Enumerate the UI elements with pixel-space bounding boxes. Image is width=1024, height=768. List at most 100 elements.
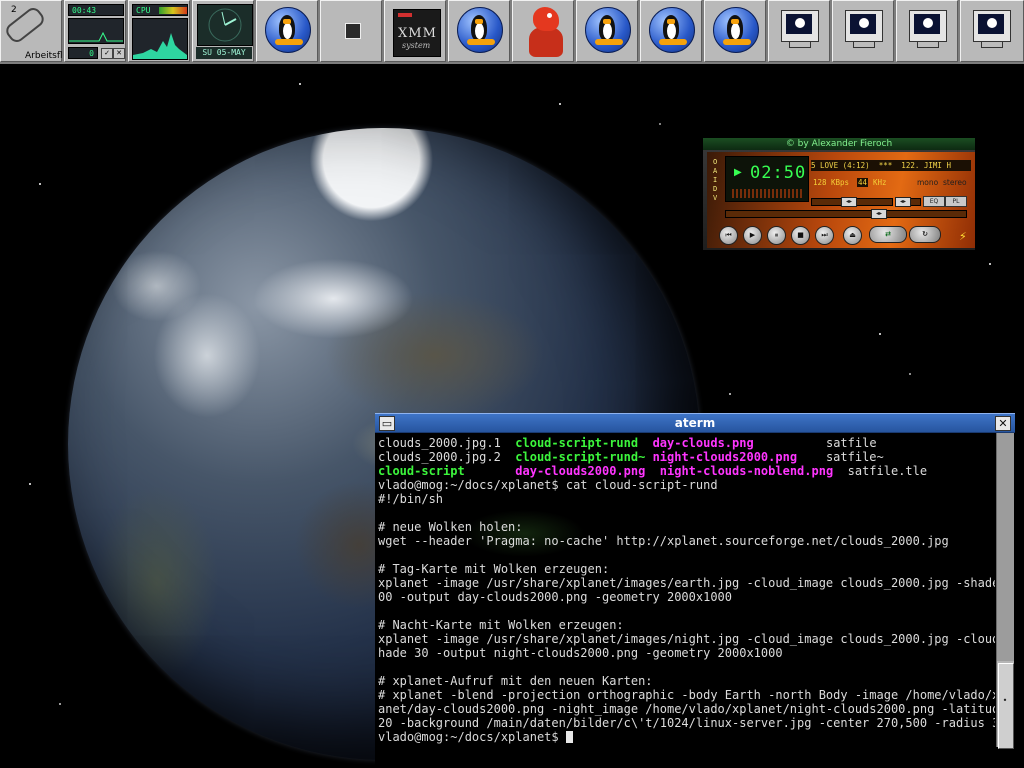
seek-bar[interactable] (725, 210, 967, 218)
cpu-monitor-dockapp[interactable]: CPU (128, 0, 190, 62)
terminal-segment: 00 -output day-clouds2000.png -geometry … (378, 590, 733, 604)
net-value-display: 0 (68, 47, 98, 59)
terminal-segment: day-clouds.png (652, 436, 754, 450)
next-button[interactable]: ⏭ (815, 226, 834, 245)
terminal-line: # xplanet-Aufruf mit den neuen Karten: (378, 674, 653, 688)
clock-date: SU 05-MAY (196, 47, 252, 59)
terminal-line: cloud-script day-clouds2000.png night-cl… (378, 464, 927, 478)
monitor-icon (909, 10, 947, 48)
terminal-line: # Tag-Karte mit Wolken erzeugen: (378, 562, 609, 576)
launcher-small-terminal[interactable] (320, 0, 382, 62)
launcher-penguin-2[interactable] (448, 0, 510, 62)
analog-clock (197, 4, 253, 46)
launcher-monitor-4[interactable] (960, 0, 1024, 62)
terminal-line: wget --header 'Pragma: no-cache' http://… (378, 534, 949, 548)
media-player-window[interactable]: © by Alexander Fieroch O A I D V ▶ 02:50… (702, 137, 976, 251)
workspace-switcher[interactable]: 2 Arbeitsfl (0, 0, 63, 62)
launcher-monitor-3[interactable] (896, 0, 958, 62)
penguin-icon (713, 7, 759, 55)
terminal-line: 00 -output day-clouds2000.png -geometry … (378, 590, 732, 604)
terminal-line: # Nacht-Karte mit Wolken erzeugen: (378, 618, 624, 632)
terminal-segment: cloud-script-rund~ (515, 450, 653, 464)
close-button[interactable]: ✕ (995, 416, 1011, 431)
side-letter[interactable]: V (713, 194, 721, 203)
terminal-scrollbar[interactable]: • (996, 433, 1014, 749)
terminal-segment: # xplanet -blend -projection orthographi… (378, 688, 995, 702)
cpu-graph (132, 18, 188, 60)
paperclip-icon (3, 4, 47, 46)
check-button[interactable]: ✓ (101, 48, 113, 59)
side-letter[interactable]: I (713, 176, 721, 185)
terminal-segment: # neue Wolken holen: (378, 520, 523, 534)
net-monitor-display: 00:43 (68, 4, 124, 16)
launcher-penguin-1[interactable] (256, 0, 318, 62)
player-time-display[interactable]: ▶ 02:50 (725, 156, 809, 202)
lightning-icon: ⚡ (959, 230, 967, 243)
player-titlebar[interactable]: © by Alexander Fieroch (703, 138, 975, 150)
terminal-line: clouds_2000.jpg.2 cloud-script-rund~ nig… (378, 450, 884, 464)
samplerate-value: 44 (857, 178, 869, 187)
launcher-monitor-2[interactable] (832, 0, 894, 62)
prev-button[interactable]: ⏮ (719, 226, 738, 245)
play-button[interactable]: ▶ (743, 226, 762, 245)
penguin-icon (457, 7, 503, 55)
eject-button[interactable]: ⏏ (843, 226, 862, 245)
penguin-icon (265, 7, 311, 55)
terminal-segment: satfile~ (797, 450, 884, 464)
clock-hands-icon (208, 8, 242, 42)
launcher-penguin-3[interactable] (576, 0, 638, 62)
balance-knob[interactable]: ◂▸ (895, 197, 911, 207)
workspace-number: 2 (11, 5, 17, 15)
launcher-monitor-1[interactable] (768, 0, 830, 62)
terminal-segment: # Nacht-Karte mit Wolken erzeugen: (378, 618, 624, 632)
launcher-xmm[interactable]: XMM system (384, 0, 446, 62)
terminal-segment: xplanet -image /usr/share/xplanet/images… (378, 576, 995, 590)
terminal-segment (465, 464, 516, 478)
terminal-segment: satfile (753, 436, 877, 450)
net-monitor-dockapp[interactable]: 00:43 0 ✓ ✕ (64, 0, 126, 62)
terminal-segment: cloud-script-rund (515, 436, 653, 450)
terminal-segment: anet/day-clouds2000.png -night_image /ho… (378, 702, 995, 716)
shuffle-button[interactable]: ⇄ (869, 226, 907, 243)
terminal-prompt-line[interactable]: vlado@mog:~/docs/xplanet$ (378, 730, 573, 744)
aterm-titlebar[interactable]: ▭ aterm ✕ (375, 413, 1015, 433)
eq-button[interactable]: EQ (923, 196, 945, 207)
stop-button[interactable]: ■ (791, 226, 810, 245)
terminal-cursor (565, 731, 573, 743)
repeat-button[interactable]: ↻ (909, 226, 941, 243)
terminal-line: xplanet -image /usr/share/xplanet/images… (378, 632, 995, 646)
net-graph-line (69, 31, 123, 42)
seek-knob[interactable]: ◂▸ (871, 209, 887, 219)
bitrate-value: 128 (813, 178, 827, 187)
launcher-dragon[interactable] (512, 0, 574, 62)
launcher-penguin-5[interactable] (704, 0, 766, 62)
cpu-graph-area (133, 33, 187, 59)
clock-date-value: 05-MAY (216, 48, 246, 57)
dragon-icon (523, 5, 567, 59)
spectrum-analyzer (732, 189, 802, 198)
terminal-segment: night-clouds2000.png (652, 450, 798, 464)
terminal-segment (645, 464, 659, 478)
launcher-penguin-4[interactable] (640, 0, 702, 62)
volume-knob[interactable]: ◂▸ (841, 197, 857, 207)
xmm-logo-text: XMM (398, 26, 437, 41)
side-letter[interactable]: O (713, 158, 721, 167)
clock-day: SU (202, 48, 212, 57)
clock-dockapp[interactable]: SU 05-MAY (192, 0, 254, 62)
terminal-output[interactable]: clouds_2000.jpg.1 cloud-script-rund day-… (375, 433, 995, 768)
cpu-label: CPU (136, 6, 151, 15)
terminal-segment: satfile.tle (833, 464, 928, 478)
song-marquee: 5 LOVE (4:12) *** 122. JIMI H (811, 160, 971, 171)
pl-button[interactable]: PL (945, 196, 967, 207)
side-letter[interactable]: A (713, 167, 721, 176)
terminal-segment: day-clouds2000.png (515, 464, 646, 478)
scroll-track[interactable] (997, 433, 1014, 661)
monitor-icon (973, 10, 1011, 48)
pause-button[interactable]: ⏸ (767, 226, 786, 245)
close-button[interactable]: ✕ (113, 48, 125, 59)
aterm-window[interactable]: ▭ aterm ✕ clouds_2000.jpg.1 cloud-script… (375, 413, 1015, 768)
monitor-icon (845, 10, 883, 48)
terminal-segment: hade 30 -output night-clouds2000.png -ge… (378, 646, 783, 660)
side-letter[interactable]: D (713, 185, 721, 194)
player-title: © by Alexander Fieroch (785, 139, 893, 149)
